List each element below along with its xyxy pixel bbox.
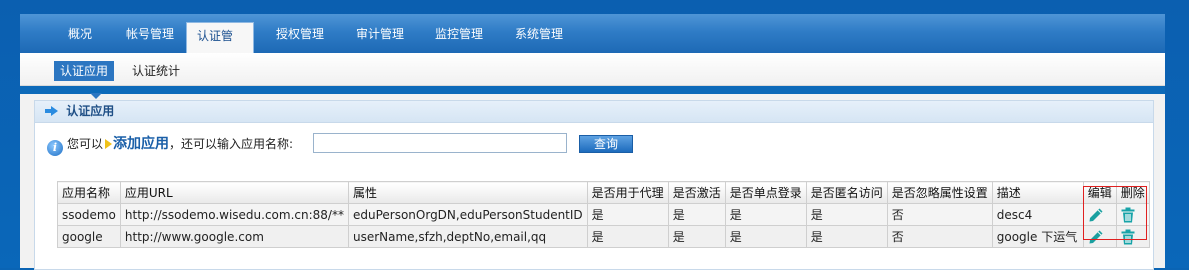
col-description[interactable]: 描述 (991, 181, 1084, 204)
cell-anonymous: 是 (805, 225, 888, 248)
arrow-right-icon (45, 106, 58, 116)
cell-proxy: 是 (586, 225, 669, 248)
cell-app-url: http://ssodemo.wisedu.com.cn:88/** (119, 203, 349, 226)
trash-icon[interactable] (1121, 229, 1135, 245)
edit-cell (1082, 225, 1117, 248)
apps-table: 应用名称 应用URL 属性 是否用于代理 是否激活 是否单点登录 是否匿名访问 … (57, 181, 1150, 248)
table-row[interactable]: ssodemo http://ssodemo.wisedu.com.cn:88/… (57, 203, 1150, 226)
subtab-pointer (90, 93, 102, 99)
edit-cell (1082, 203, 1117, 226)
cell-description: desc4 (991, 203, 1084, 226)
cell-attributes: userName,sfzh,deptNo,email,qq (347, 225, 588, 248)
col-attributes[interactable]: 属性 (347, 181, 588, 204)
col-ignore-attr[interactable]: 是否忽略属性设置 (886, 181, 993, 204)
trash-icon[interactable] (1121, 207, 1135, 223)
tab-monitor-management[interactable]: 监控管理 (435, 14, 483, 53)
pencil-icon[interactable] (1088, 207, 1104, 223)
sub-nav: 认证应用 认证统计 (20, 53, 1165, 86)
col-anonymous[interactable]: 是否匿名访问 (805, 181, 888, 204)
pencil-icon[interactable] (1088, 229, 1104, 245)
cell-active: 是 (667, 225, 726, 248)
page-background: 概况 帐号管理 认证管理 授权管理 审计管理 监控管理 系统管理 认证应用 认证… (0, 0, 1189, 270)
cell-ignore-attr: 否 (886, 203, 993, 226)
main-nav: 概况 帐号管理 认证管理 授权管理 审计管理 监控管理 系统管理 (20, 14, 1165, 69)
tab-overview[interactable]: 概况 (68, 14, 92, 53)
cell-app-url: http://www.google.com (119, 225, 349, 248)
toolbar: i 您可以 添加应用，还可以输入应用名称: 查询 (47, 132, 633, 156)
cell-sso: 是 (724, 225, 807, 248)
col-app-name[interactable]: 应用名称 (57, 181, 121, 204)
col-delete: 删除 (1115, 181, 1150, 204)
info-icon: i (47, 140, 63, 156)
cell-proxy: 是 (586, 203, 669, 226)
query-button[interactable]: 查询 (579, 135, 633, 153)
app-frame: 概况 帐号管理 认证管理 授权管理 审计管理 监控管理 系统管理 认证应用 认证… (20, 14, 1165, 270)
col-sso[interactable]: 是否单点登录 (724, 181, 807, 204)
cell-anonymous: 是 (805, 203, 888, 226)
play-icon (105, 139, 113, 149)
app-name-search-input[interactable] (313, 133, 567, 153)
tab-system-management[interactable]: 系统管理 (515, 14, 563, 53)
table-row[interactable]: google http://www.google.com userName,sf… (57, 225, 1150, 248)
table-header-row: 应用名称 应用URL 属性 是否用于代理 是否激活 是否单点登录 是否匿名访问 … (57, 181, 1150, 204)
delete-cell (1115, 203, 1150, 226)
tab-audit-management[interactable]: 审计管理 (356, 14, 404, 53)
col-edit: 编辑 (1082, 181, 1117, 204)
toolbar-prefix: 您可以 (67, 137, 104, 151)
subtab-auth-apps[interactable]: 认证应用 (54, 61, 115, 81)
cell-app-name: ssodemo (57, 203, 121, 226)
cell-description: google 下运气 (991, 225, 1084, 248)
subtab-auth-stats[interactable]: 认证统计 (132, 61, 180, 81)
cell-app-name: google (57, 225, 121, 248)
panel-title: 认证应用 (66, 104, 115, 118)
cell-attributes: eduPersonOrgDN,eduPersonStudentID (347, 203, 588, 226)
content-divider (20, 86, 1165, 94)
toolbar-suffix: ，还可以输入应用名称: (169, 137, 294, 151)
tab-auth-management[interactable]: 认证管理 (186, 22, 254, 69)
tab-account-management[interactable]: 帐号管理 (126, 14, 174, 53)
panel-header: 认证应用 (35, 101, 1153, 123)
delete-cell (1115, 225, 1150, 248)
cell-active: 是 (667, 203, 726, 226)
col-active[interactable]: 是否激活 (667, 181, 726, 204)
cell-ignore-attr: 否 (886, 225, 993, 248)
add-app-link[interactable]: 添加应用 (113, 136, 169, 152)
auth-apps-panel: 认证应用 i 您可以 添加应用，还可以输入应用名称: 查询 应用名称 应用URL 属… (34, 100, 1154, 270)
col-proxy[interactable]: 是否用于代理 (586, 181, 669, 204)
tab-authorization-management[interactable]: 授权管理 (276, 14, 324, 53)
cell-sso: 是 (724, 203, 807, 226)
col-app-url[interactable]: 应用URL (119, 181, 349, 204)
